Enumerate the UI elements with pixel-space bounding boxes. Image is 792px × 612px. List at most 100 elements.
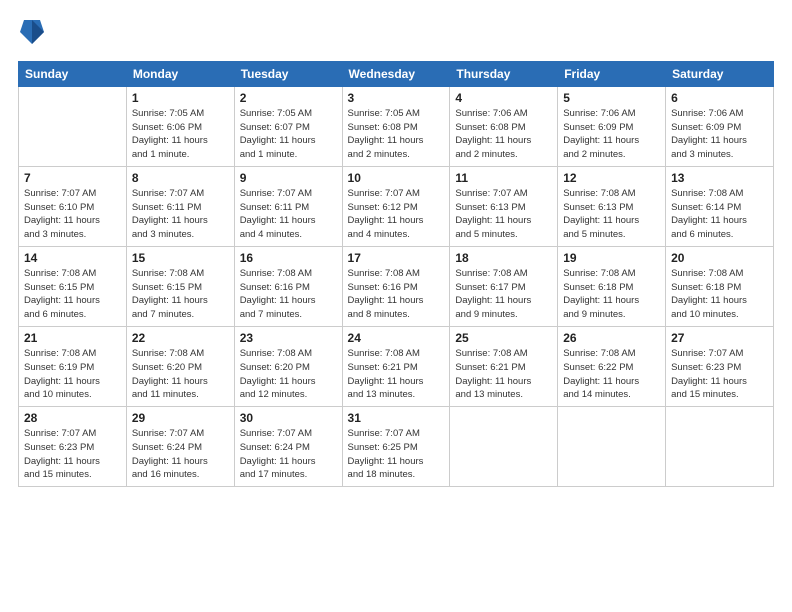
day-info: Sunrise: 7:07 AM Sunset: 6:11 PM Dayligh…: [132, 187, 229, 242]
day-number: 12: [563, 171, 660, 185]
col-header-tuesday: Tuesday: [234, 61, 342, 86]
col-header-thursday: Thursday: [450, 61, 558, 86]
day-info: Sunrise: 7:07 AM Sunset: 6:11 PM Dayligh…: [240, 187, 337, 242]
week-row-4: 28 Sunrise: 7:07 AM Sunset: 6:23 PM Dayli…: [19, 407, 774, 487]
day-cell: 3 Sunrise: 7:05 AM Sunset: 6:08 PM Daylig…: [342, 86, 450, 166]
day-info: Sunrise: 7:07 AM Sunset: 6:24 PM Dayligh…: [240, 427, 337, 482]
day-info: Sunrise: 7:07 AM Sunset: 6:24 PM Dayligh…: [132, 427, 229, 482]
day-info: Sunrise: 7:08 AM Sunset: 6:13 PM Dayligh…: [563, 187, 660, 242]
day-info: Sunrise: 7:08 AM Sunset: 6:17 PM Dayligh…: [455, 267, 552, 322]
day-info: Sunrise: 7:05 AM Sunset: 6:07 PM Dayligh…: [240, 107, 337, 162]
day-number: 15: [132, 251, 229, 265]
day-number: 11: [455, 171, 552, 185]
week-row-2: 14 Sunrise: 7:08 AM Sunset: 6:15 PM Dayli…: [19, 246, 774, 326]
day-cell: 27 Sunrise: 7:07 AM Sunset: 6:23 PM Dayli…: [666, 326, 774, 406]
day-number: 9: [240, 171, 337, 185]
col-header-saturday: Saturday: [666, 61, 774, 86]
day-info: Sunrise: 7:08 AM Sunset: 6:22 PM Dayligh…: [563, 347, 660, 402]
col-header-friday: Friday: [558, 61, 666, 86]
day-number: 13: [671, 171, 768, 185]
day-cell: [666, 407, 774, 487]
day-info: Sunrise: 7:08 AM Sunset: 6:15 PM Dayligh…: [132, 267, 229, 322]
day-cell: 4 Sunrise: 7:06 AM Sunset: 6:08 PM Daylig…: [450, 86, 558, 166]
day-number: 27: [671, 331, 768, 345]
col-header-monday: Monday: [126, 61, 234, 86]
day-cell: 16Sunrise: 7:08 AM Sunset: 6:16 PM Dayli…: [234, 246, 342, 326]
day-cell: 14 Sunrise: 7:08 AM Sunset: 6:15 PM Dayli…: [19, 246, 127, 326]
day-number: 18: [455, 251, 552, 265]
day-cell: 7 Sunrise: 7:07 AM Sunset: 6:10 PM Daylig…: [19, 166, 127, 246]
day-number: 20: [671, 251, 768, 265]
day-number: 10: [348, 171, 445, 185]
day-number: 22: [132, 331, 229, 345]
col-header-wednesday: Wednesday: [342, 61, 450, 86]
day-number: 14: [24, 251, 121, 265]
day-info: Sunrise: 7:08 AM Sunset: 6:21 PM Dayligh…: [455, 347, 552, 402]
day-cell: 13 Sunrise: 7:08 AM Sunset: 6:14 PM Dayli…: [666, 166, 774, 246]
day-info: Sunrise: 7:06 AM Sunset: 6:08 PM Dayligh…: [455, 107, 552, 162]
day-info: Sunrise: 7:08 AM Sunset: 6:19 PM Dayligh…: [24, 347, 121, 402]
day-info: Sunrise: 7:07 AM Sunset: 6:25 PM Dayligh…: [348, 427, 445, 482]
day-info: Sunrise: 7:07 AM Sunset: 6:10 PM Dayligh…: [24, 187, 121, 242]
day-info: Sunrise: 7:08 AM Sunset: 6:14 PM Dayligh…: [671, 187, 768, 242]
day-cell: 17 Sunrise: 7:08 AM Sunset: 6:16 PM Dayli…: [342, 246, 450, 326]
day-info: Sunrise: 7:07 AM Sunset: 6:23 PM Dayligh…: [24, 427, 121, 482]
day-number: 1: [132, 91, 229, 105]
day-cell: 6Sunrise: 7:06 AM Sunset: 6:09 PM Daylig…: [666, 86, 774, 166]
day-number: 25: [455, 331, 552, 345]
day-number: 4: [455, 91, 552, 105]
logo-text: [18, 18, 44, 51]
day-cell: 21 Sunrise: 7:08 AM Sunset: 6:19 PM Dayli…: [19, 326, 127, 406]
day-cell: [19, 86, 127, 166]
day-cell: 25 Sunrise: 7:08 AM Sunset: 6:21 PM Dayli…: [450, 326, 558, 406]
day-number: 17: [348, 251, 445, 265]
day-number: 24: [348, 331, 445, 345]
calendar-table: SundayMondayTuesdayWednesdayThursdayFrid…: [18, 61, 774, 487]
day-number: 5: [563, 91, 660, 105]
day-cell: 8 Sunrise: 7:07 AM Sunset: 6:11 PM Daylig…: [126, 166, 234, 246]
day-info: Sunrise: 7:08 AM Sunset: 6:15 PM Dayligh…: [24, 267, 121, 322]
week-row-1: 7 Sunrise: 7:07 AM Sunset: 6:10 PM Daylig…: [19, 166, 774, 246]
week-row-3: 21 Sunrise: 7:08 AM Sunset: 6:19 PM Dayli…: [19, 326, 774, 406]
day-number: 26: [563, 331, 660, 345]
day-number: 23: [240, 331, 337, 345]
day-info: Sunrise: 7:08 AM Sunset: 6:18 PM Dayligh…: [671, 267, 768, 322]
day-cell: 15 Sunrise: 7:08 AM Sunset: 6:15 PM Dayli…: [126, 246, 234, 326]
day-number: 6: [671, 91, 768, 105]
day-cell: 12 Sunrise: 7:08 AM Sunset: 6:13 PM Dayli…: [558, 166, 666, 246]
day-cell: 5Sunrise: 7:06 AM Sunset: 6:09 PM Daylig…: [558, 86, 666, 166]
day-cell: 9 Sunrise: 7:07 AM Sunset: 6:11 PM Daylig…: [234, 166, 342, 246]
day-number: 8: [132, 171, 229, 185]
day-info: Sunrise: 7:08 AM Sunset: 6:18 PM Dayligh…: [563, 267, 660, 322]
day-cell: 11 Sunrise: 7:07 AM Sunset: 6:13 PM Dayli…: [450, 166, 558, 246]
day-cell: 22 Sunrise: 7:08 AM Sunset: 6:20 PM Dayli…: [126, 326, 234, 406]
day-info: Sunrise: 7:07 AM Sunset: 6:23 PM Dayligh…: [671, 347, 768, 402]
day-cell: 26 Sunrise: 7:08 AM Sunset: 6:22 PM Dayli…: [558, 326, 666, 406]
day-number: 3: [348, 91, 445, 105]
day-cell: 23 Sunrise: 7:08 AM Sunset: 6:20 PM Dayli…: [234, 326, 342, 406]
day-number: 29: [132, 411, 229, 425]
day-info: Sunrise: 7:08 AM Sunset: 6:16 PM Dayligh…: [240, 267, 337, 322]
day-cell: 29 Sunrise: 7:07 AM Sunset: 6:24 PM Dayli…: [126, 407, 234, 487]
day-number: 28: [24, 411, 121, 425]
day-info: Sunrise: 7:07 AM Sunset: 6:13 PM Dayligh…: [455, 187, 552, 242]
day-info: Sunrise: 7:08 AM Sunset: 6:21 PM Dayligh…: [348, 347, 445, 402]
col-header-sunday: Sunday: [19, 61, 127, 86]
day-info: Sunrise: 7:08 AM Sunset: 6:20 PM Dayligh…: [132, 347, 229, 402]
day-info: Sunrise: 7:07 AM Sunset: 6:12 PM Dayligh…: [348, 187, 445, 242]
day-number: 7: [24, 171, 121, 185]
day-number: 2: [240, 91, 337, 105]
day-cell: 24 Sunrise: 7:08 AM Sunset: 6:21 PM Dayli…: [342, 326, 450, 406]
day-info: Sunrise: 7:05 AM Sunset: 6:08 PM Dayligh…: [348, 107, 445, 162]
day-info: Sunrise: 7:08 AM Sunset: 6:20 PM Dayligh…: [240, 347, 337, 402]
day-cell: 18 Sunrise: 7:08 AM Sunset: 6:17 PM Dayli…: [450, 246, 558, 326]
day-cell: 28 Sunrise: 7:07 AM Sunset: 6:23 PM Dayli…: [19, 407, 127, 487]
day-cell: 20 Sunrise: 7:08 AM Sunset: 6:18 PM Dayli…: [666, 246, 774, 326]
day-cell: 1Sunrise: 7:05 AM Sunset: 6:06 PM Daylig…: [126, 86, 234, 166]
day-cell: 30Sunrise: 7:07 AM Sunset: 6:24 PM Dayli…: [234, 407, 342, 487]
day-info: Sunrise: 7:08 AM Sunset: 6:16 PM Dayligh…: [348, 267, 445, 322]
day-cell: 19Sunrise: 7:08 AM Sunset: 6:18 PM Dayli…: [558, 246, 666, 326]
logo-icon: [20, 18, 44, 46]
day-number: 21: [24, 331, 121, 345]
page-header: [18, 18, 774, 51]
